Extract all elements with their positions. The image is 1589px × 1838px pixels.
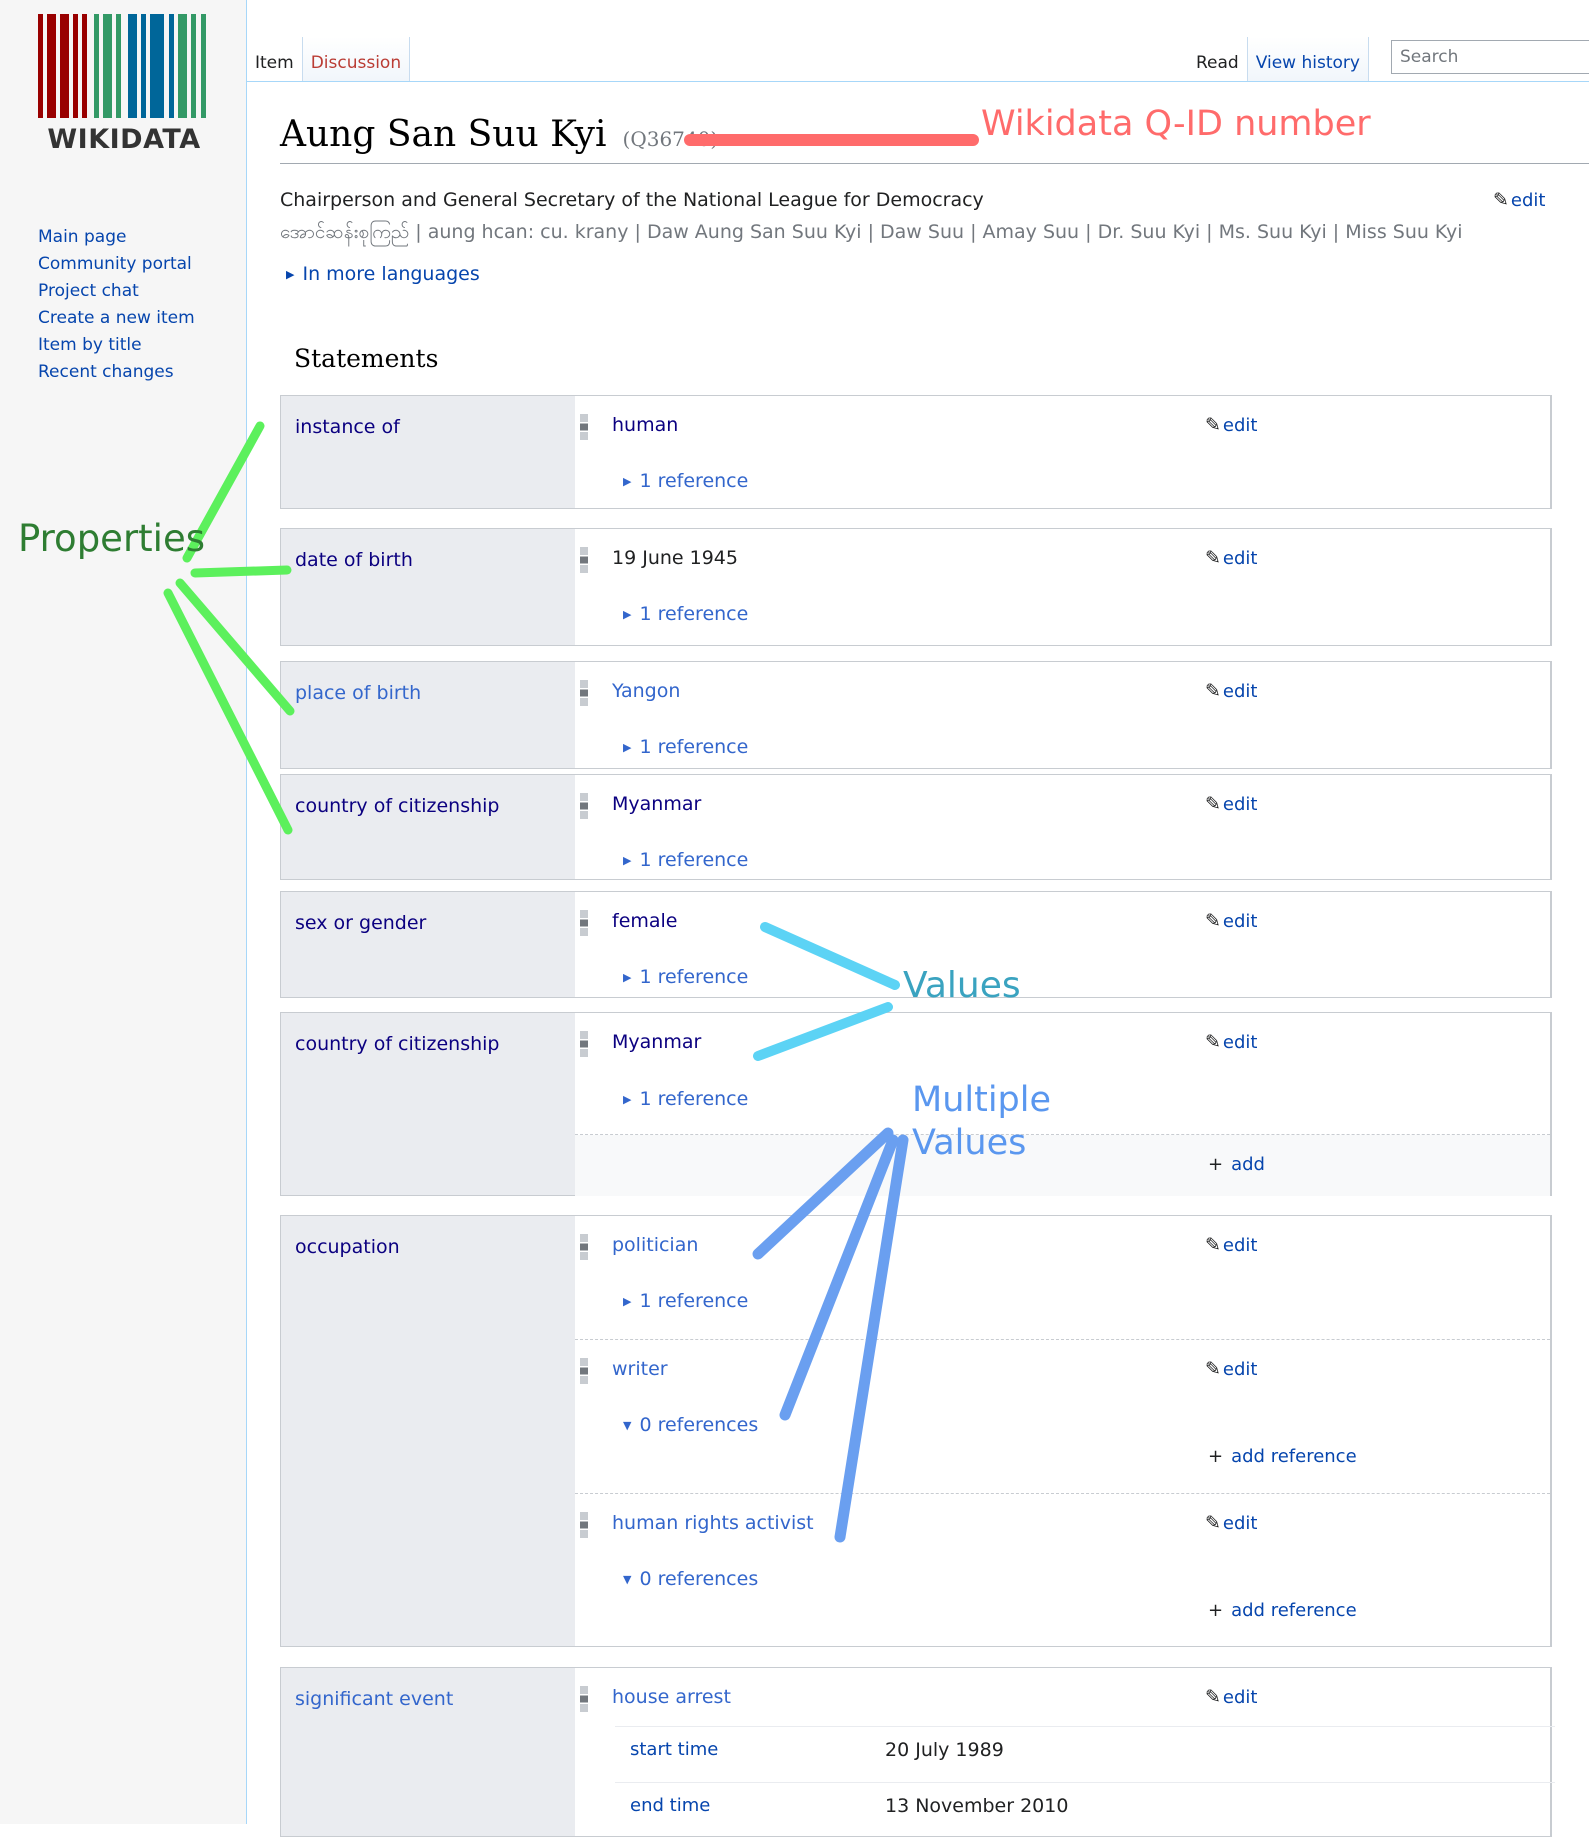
multiple-values-arrows <box>752 1127 909 1543</box>
annotation-multiple-line2: Values <box>912 1123 1027 1163</box>
annotation-multiple-values-label: Multiple Values <box>912 1079 1051 1165</box>
annotation-overlay <box>163 134 979 1543</box>
annotation-multiple-line1: Multiple <box>912 1080 1052 1120</box>
properties-arrows <box>163 421 295 835</box>
annotation-values-label: Values <box>903 965 1021 1006</box>
values-arrows <box>753 922 900 1061</box>
annotation-properties-label: Properties <box>18 517 205 560</box>
annotation-qid-label: Wikidata Q-ID number <box>981 104 1371 144</box>
